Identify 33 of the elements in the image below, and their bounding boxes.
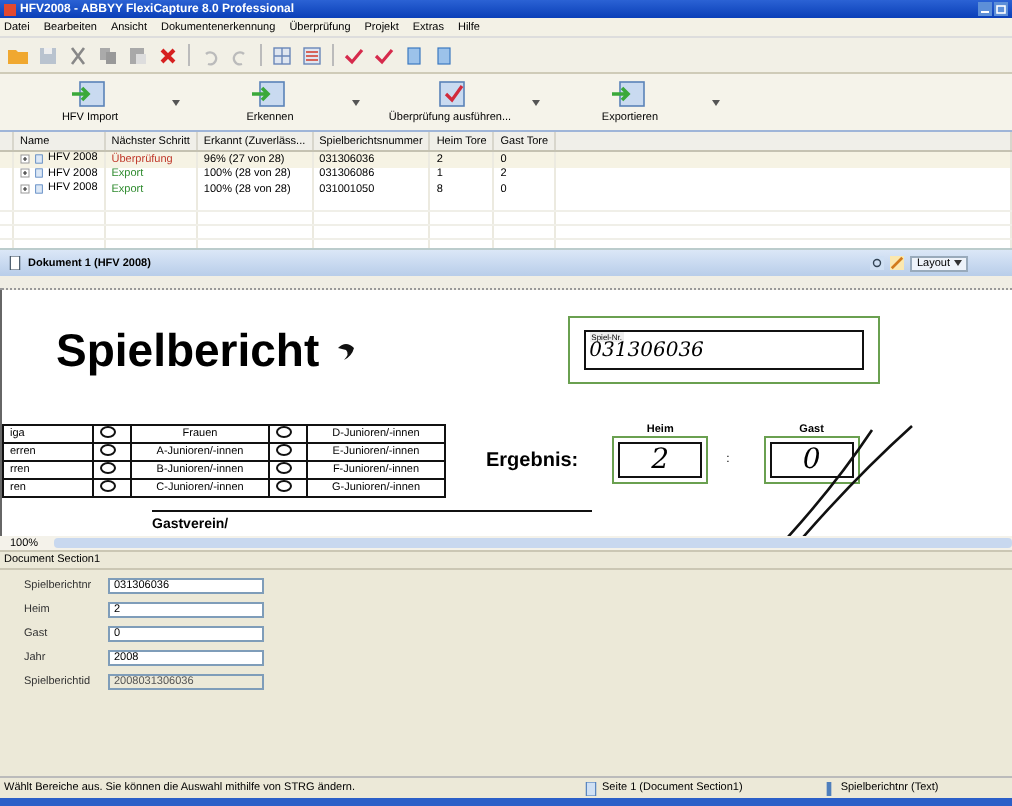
scrollbar[interactable] — [54, 538, 1012, 548]
dropdown-caret-icon[interactable] — [532, 99, 540, 105]
form-title: Spielbericht — [56, 323, 320, 377]
handwritten-text: 031306036 — [589, 342, 706, 362]
dropdown-caret-icon[interactable] — [712, 99, 720, 105]
app-icon — [4, 3, 16, 15]
copy-icon[interactable] — [98, 45, 118, 65]
undo-icon[interactable] — [200, 45, 220, 65]
handwritten-text: 2 — [651, 443, 670, 475]
expand-icon[interactable] — [20, 168, 30, 178]
dropdown-caret-icon[interactable] — [352, 99, 360, 105]
paste-icon[interactable] — [128, 45, 148, 65]
recognize-icon — [250, 80, 290, 108]
folder-icon[interactable] — [8, 45, 28, 65]
restore-icon[interactable] — [994, 2, 1008, 16]
ink-blot-icon — [335, 340, 356, 360]
caret-icon — [954, 260, 962, 266]
document-icon — [8, 256, 22, 270]
import-icon — [70, 80, 110, 108]
list-icon[interactable] — [302, 45, 322, 65]
result-label: Ergebnis: — [486, 449, 579, 471]
expand-icon[interactable] — [20, 153, 30, 163]
pencil-icon[interactable] — [890, 256, 905, 270]
expand-icon[interactable] — [20, 183, 30, 193]
minimize-icon[interactable] — [978, 2, 992, 16]
zoom-icon[interactable] — [870, 256, 885, 270]
handwritten-text: 0 — [802, 443, 821, 475]
export-icon — [610, 80, 650, 108]
grid-icon[interactable] — [272, 45, 292, 65]
field-icon — [822, 781, 837, 795]
delete-icon[interactable] — [158, 45, 178, 65]
dropdown-caret-icon[interactable] — [172, 99, 180, 105]
redo-icon[interactable] — [230, 45, 250, 65]
